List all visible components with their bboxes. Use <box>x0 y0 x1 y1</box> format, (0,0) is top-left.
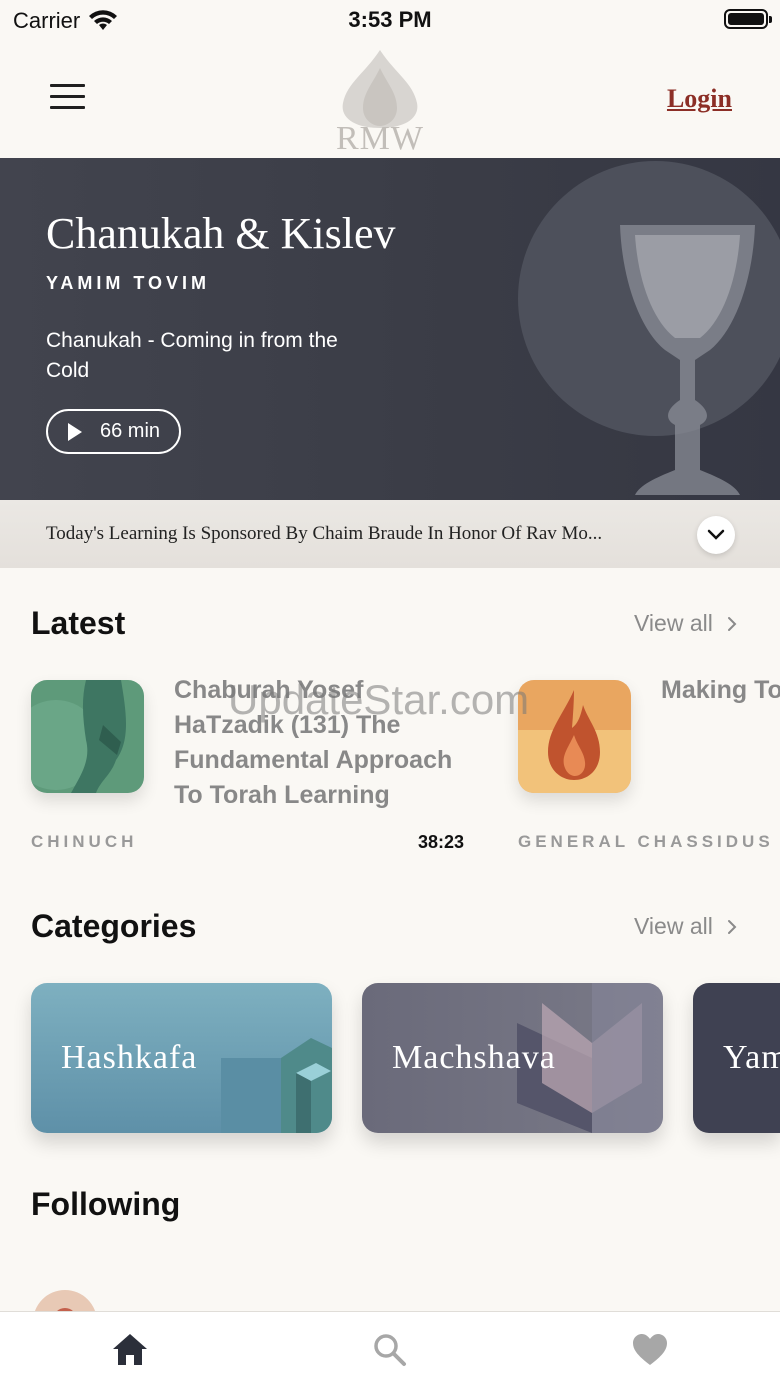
hero-description: Chanukah - Coming in from the Cold <box>46 329 338 382</box>
tab-search[interactable] <box>370 1330 410 1370</box>
play-icon <box>68 422 82 441</box>
hamburger-menu-button[interactable] <box>50 84 86 112</box>
chevron-right-icon <box>727 919 737 934</box>
latest-item-title: Making To - Launchin Tfilot Proj <box>661 676 780 704</box>
kiddush-cup-icon <box>620 225 755 495</box>
rmw-logo: RMW <box>325 48 435 158</box>
latest-item-duration: 38:23 <box>418 832 465 852</box>
hero-title: Chanukah & Kislev <box>46 209 396 258</box>
hero-subtitle: YAMIM TOVIM <box>46 273 211 293</box>
category-card-machshava[interactable]: Machshava <box>362 983 663 1133</box>
logo-text: RMW <box>336 120 424 157</box>
sponsor-banner: Today's Learning Is Sponsored By Chaim B… <box>0 500 780 568</box>
sponsor-text: Today's Learning Is Sponsored By Chaim B… <box>46 523 603 544</box>
latest-item-category: CHINUCH <box>31 832 138 851</box>
status-bar: Carrier 3:53 PM <box>0 0 780 40</box>
view-all-label: View all <box>634 610 713 636</box>
tab-home[interactable] <box>110 1330 150 1370</box>
bottom-tab-bar <box>0 1311 780 1387</box>
chevron-right-icon <box>727 616 737 631</box>
chevron-down-icon <box>707 529 725 540</box>
login-link[interactable]: Login <box>667 84 732 114</box>
categories-section-title: Categories <box>31 908 197 944</box>
latest-item-thumbnail <box>518 680 631 793</box>
latest-section-title: Latest <box>31 605 126 641</box>
sponsor-expand-button[interactable] <box>697 516 735 554</box>
tab-favorites[interactable] <box>630 1330 670 1370</box>
flame-logo-icon <box>342 50 418 128</box>
battery-icon <box>724 9 772 29</box>
following-section-title: Following <box>31 1186 181 1222</box>
latest-item-thumbnail <box>31 680 144 793</box>
flame-icon <box>518 690 631 793</box>
category-label: Machshava <box>392 1039 556 1076</box>
status-time: 3:53 PM <box>348 7 432 32</box>
category-label: Yam <box>723 1039 780 1076</box>
latest-item-category: GENERAL CHASSIDUS <box>518 832 774 851</box>
featured-hero[interactable]: Chanukah & Kislev YAMIM TOVIM Chanukah -… <box>0 158 780 500</box>
play-button[interactable]: 66 min <box>46 409 181 454</box>
category-card-yamim[interactable]: Yam <box>693 983 780 1133</box>
heart-icon <box>633 1334 667 1365</box>
play-duration: 66 min <box>100 420 161 442</box>
watermark-text: UpdateStar.com <box>228 676 530 723</box>
categories-view-all-link[interactable]: View all <box>634 913 737 940</box>
hand-illustration-icon <box>31 680 126 793</box>
view-all-label: View all <box>634 913 713 939</box>
app-header: RMW Login <box>0 40 780 158</box>
home-icon <box>113 1334 147 1365</box>
search-icon <box>374 1334 406 1366</box>
category-card-hashkafa[interactable]: Hashkafa <box>31 983 332 1133</box>
category-label: Hashkafa <box>61 1039 198 1076</box>
latest-view-all-link[interactable]: View all <box>634 610 737 637</box>
